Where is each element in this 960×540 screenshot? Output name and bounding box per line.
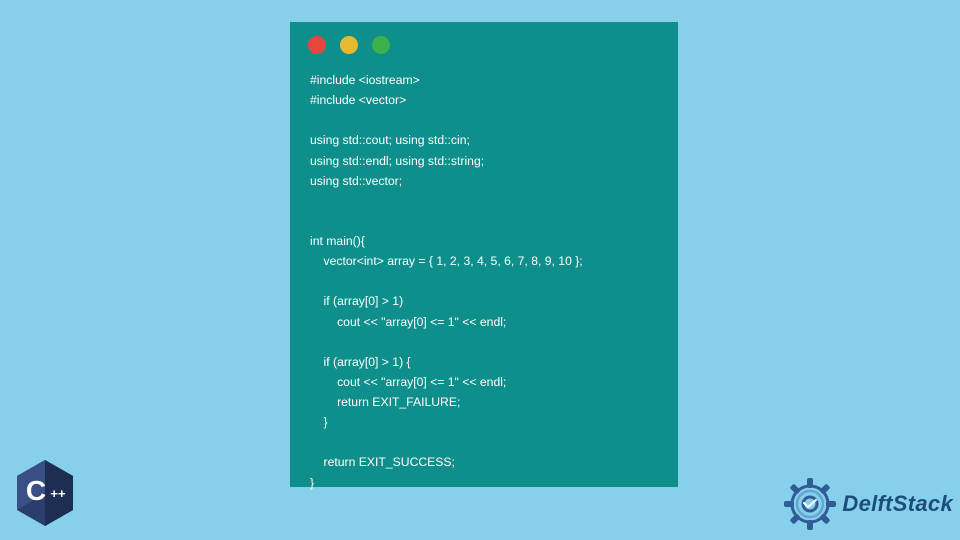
brand-text: DelftStack — [842, 491, 953, 517]
svg-text:C: C — [26, 475, 46, 506]
code-content: #include <iostream> #include <vector> us… — [290, 64, 678, 493]
maximize-icon — [372, 36, 390, 54]
svg-text:++: ++ — [50, 486, 66, 501]
cpp-logo-icon: C ++ — [14, 458, 76, 528]
traffic-lights — [290, 22, 678, 64]
code-window: #include <iostream> #include <vector> us… — [290, 22, 678, 487]
delftstack-logo: DelftStack — [782, 476, 953, 532]
close-icon — [308, 36, 326, 54]
gear-icon — [782, 476, 838, 532]
minimize-icon — [340, 36, 358, 54]
